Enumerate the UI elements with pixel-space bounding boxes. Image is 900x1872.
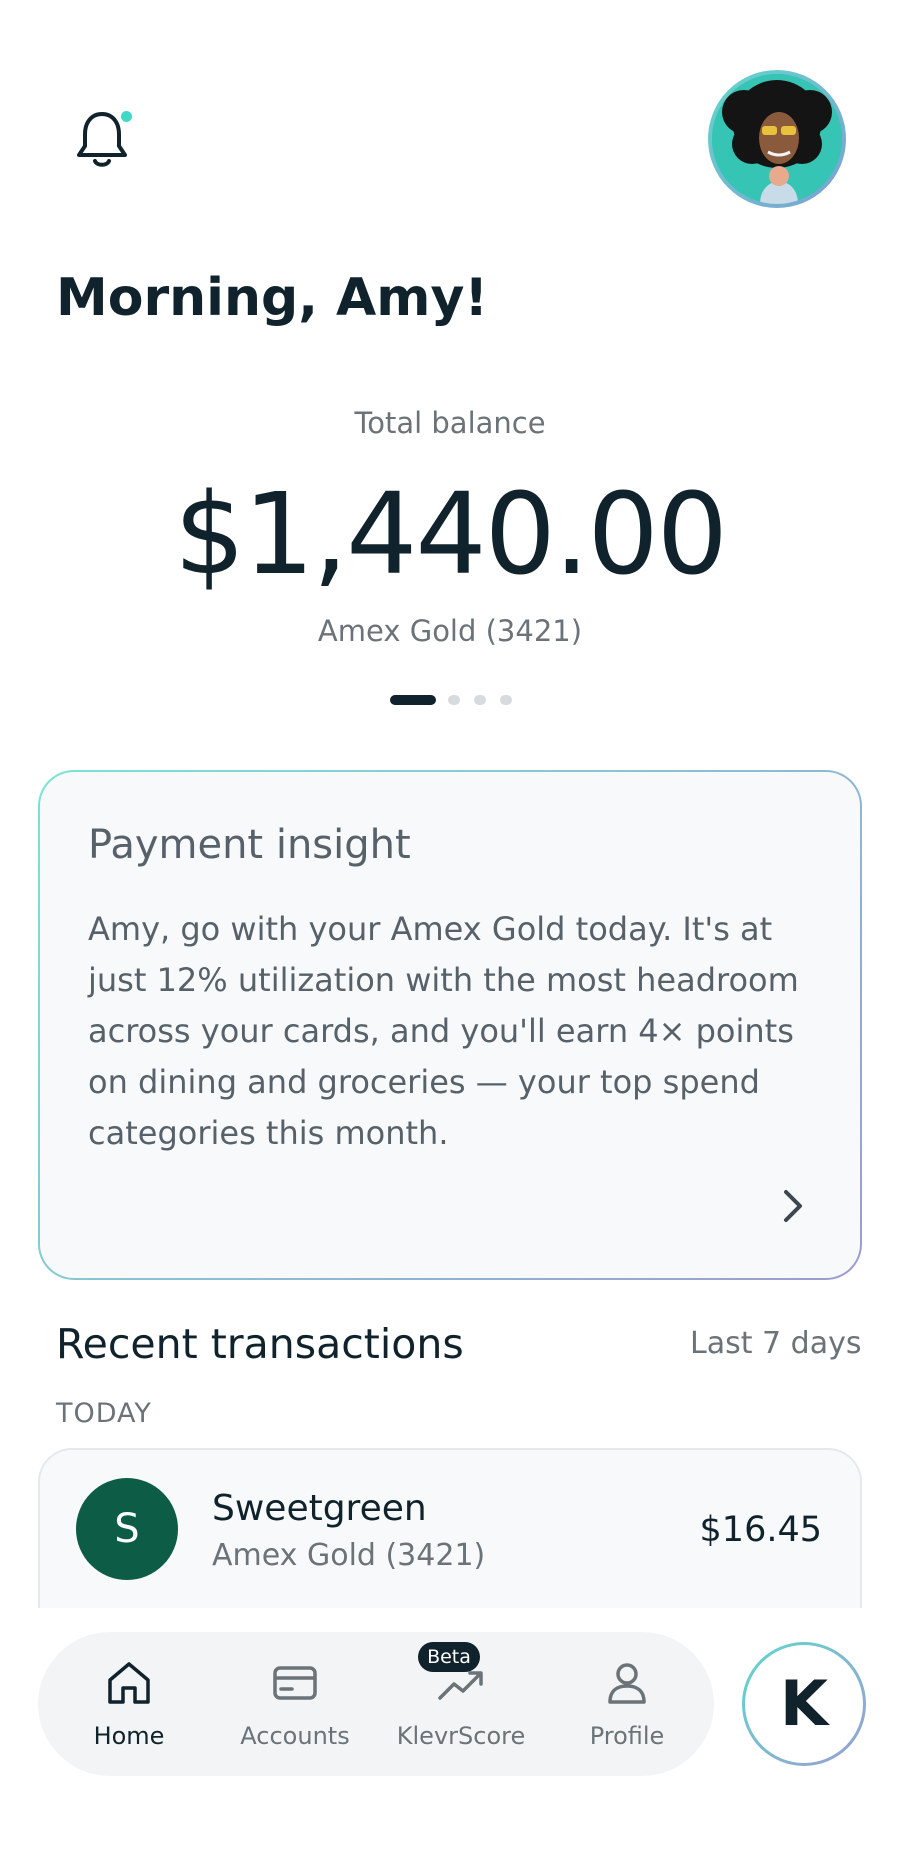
assistant-button[interactable]: K (742, 1642, 866, 1766)
insight-body: Amy, go with your Amex Gold today. It's … (88, 910, 799, 1152)
transaction-card: Amex Gold (3421) (212, 1538, 486, 1573)
merchant-name: Sweetgreen (212, 1488, 427, 1529)
carousel-dot[interactable] (474, 695, 486, 705)
credit-card-icon (273, 1666, 317, 1700)
transaction-group-label: TODAY (56, 1398, 152, 1429)
balance-amount: $1,440.00 (173, 470, 728, 600)
chevron-right-icon (784, 1190, 802, 1222)
transaction-amount: $16.45 (699, 1510, 822, 1550)
nav-label: KlevrScore (396, 1722, 526, 1750)
greeting-heading: Morning, Amy! (56, 268, 489, 328)
beta-badge: Beta (418, 1642, 480, 1672)
bottom-nav: Home Accounts KlevrScore Profile (38, 1632, 714, 1776)
nav-label: Home (93, 1722, 165, 1750)
assistant-logo: K (745, 1645, 863, 1763)
date-range-filter[interactable]: Last 7 days (690, 1326, 861, 1361)
merchant-avatar: S (76, 1478, 178, 1580)
nav-label: Accounts (240, 1722, 350, 1750)
carousel-dot[interactable] (448, 695, 460, 705)
transaction-row[interactable]: S Sweetgreen Amex Gold (3421) $16.45 (38, 1448, 862, 1608)
carousel-dot-active[interactable] (390, 695, 436, 705)
insight-open-button[interactable] (778, 1186, 808, 1226)
person-icon (608, 1663, 646, 1704)
balance-carousel-indicator[interactable] (390, 694, 520, 706)
carousel-dot[interactable] (500, 695, 512, 705)
balance-label: Total balance (354, 406, 546, 440)
payment-insight-card[interactable]: Payment insight Amy, go with your Amex G… (38, 770, 862, 1280)
notification-indicator (121, 111, 132, 122)
profile-avatar[interactable] (708, 70, 846, 208)
balance-card-name: Amex Gold (3421) (317, 614, 583, 648)
nav-label: Profile (589, 1722, 665, 1750)
home-icon (108, 1662, 150, 1704)
avatar-photo (712, 74, 842, 204)
nav-profile[interactable]: Profile (544, 1632, 710, 1776)
recent-transactions-heading: Recent transactions (56, 1320, 464, 1368)
insight-title: Payment insight (88, 822, 411, 868)
nav-accounts[interactable]: Accounts (212, 1632, 378, 1776)
nav-home[interactable]: Home (46, 1632, 212, 1776)
